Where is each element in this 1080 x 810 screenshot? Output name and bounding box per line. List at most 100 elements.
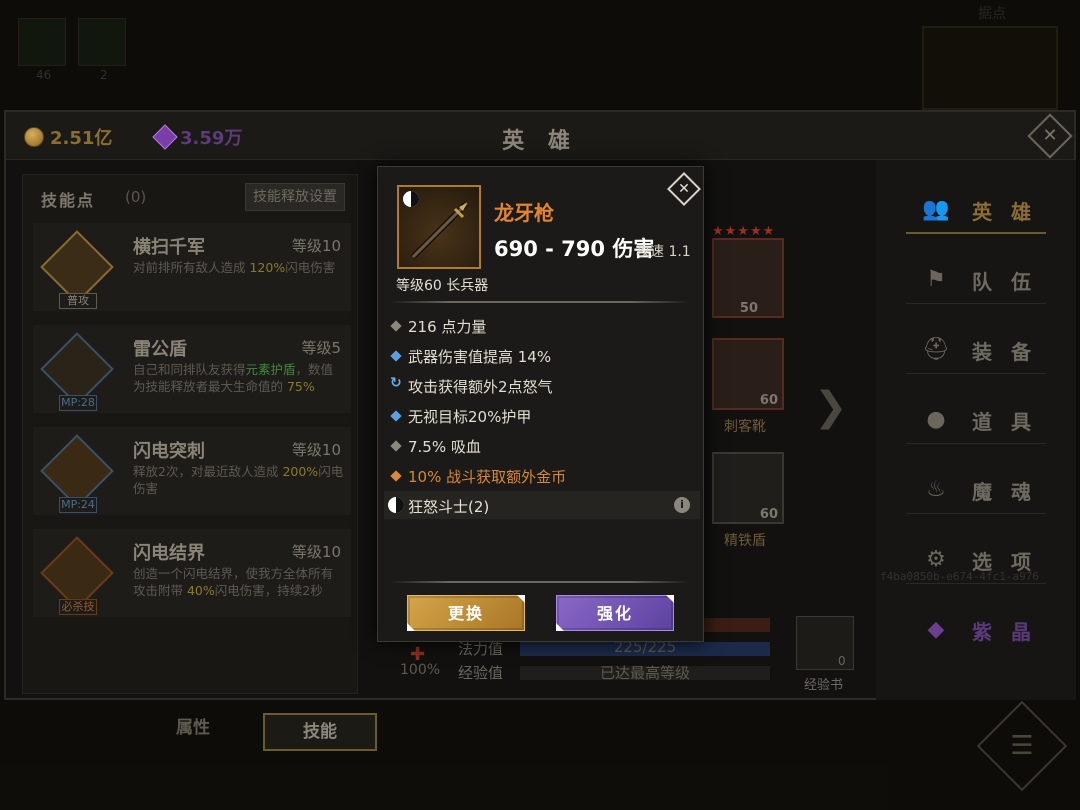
- close-icon: ✕: [1042, 125, 1058, 146]
- bullet-icon: [390, 350, 402, 362]
- stat-text: 10% 战斗获取额外金币: [408, 468, 567, 486]
- replace-label: 更换: [447, 604, 484, 623]
- side-nav: 👥 英 雄 ⚑ 队 伍 ⛑ 装 备 ● 道 具 ♨ 魔 魂 ⚙ 选 项 ◆ 紫 …: [876, 160, 1076, 700]
- upgrade-label: 强化: [596, 604, 633, 623]
- menu-icon: ☰: [1010, 731, 1034, 761]
- stat-text: 216 点力量: [408, 318, 487, 336]
- nav-label: 装 备: [972, 340, 1037, 364]
- skill-level: 等级10: [291, 543, 341, 561]
- nav-label: 英 雄: [972, 200, 1037, 224]
- yinyang-icon: [403, 191, 419, 207]
- skill-release-settings-button[interactable]: 技能释放设置: [245, 183, 345, 211]
- skill-name: 闪电突刺: [133, 441, 205, 462]
- equip-level: 60: [759, 393, 778, 408]
- skill-tag: MP:28: [59, 395, 97, 411]
- rage-icon: ✚: [410, 644, 426, 665]
- hero-star-rating: ★★★★★: [712, 224, 776, 239]
- skill-icon-sweep: 普攻: [40, 230, 114, 309]
- yinyang-icon: [388, 497, 404, 513]
- tab-skills[interactable]: 技能: [263, 713, 377, 751]
- nav-item-hero[interactable]: 👥 英 雄: [906, 182, 1046, 234]
- nav-label: 队 伍: [972, 270, 1037, 294]
- close-icon: ✕: [678, 181, 690, 197]
- stat-text: 攻击获得额外2点怒气: [408, 378, 553, 396]
- skill-description: 自己和同排队友获得元素护盾，数值为技能释放者最大生命值的 75%: [133, 362, 334, 394]
- nav-item-team[interactable]: ⚑ 队 伍: [906, 252, 1046, 304]
- flame-icon: ♨: [926, 477, 946, 502]
- nav-label: 魔 魂: [972, 480, 1037, 504]
- stat-row: 7.5% 吸血: [390, 433, 694, 459]
- nav-label: 道 具: [972, 410, 1037, 434]
- exp-book-count: 0: [838, 654, 846, 668]
- skill-card[interactable]: 普攻 横扫千军 等级10 对前排所有敌人造成 120%闪电伤害: [33, 223, 351, 311]
- exp-bar-row: 经验值 已达最高等级: [458, 662, 778, 684]
- hero-header: 2.51亿 3.59万 英 雄 ✕: [6, 112, 1074, 160]
- crystal-icon: ◆: [927, 617, 945, 642]
- stat-row: ↻ 攻击获得额外2点怒气: [390, 373, 694, 399]
- hero-id: f4ba0850b-e674-4fc1-a976: [880, 570, 1039, 583]
- nav-item-equipment[interactable]: ⛑ 装 备: [906, 322, 1046, 374]
- divider: [390, 581, 690, 583]
- skill-description: 释放2次，对最近敌人造成 200%闪电伤害: [133, 464, 344, 496]
- skill-card[interactable]: MP:24 闪电突刺 等级10 释放2次，对最近敌人造成 200%闪电伤害: [33, 427, 351, 515]
- skill-panel: 技能点 (0) 技能释放设置 普攻 横扫千军 等级10 对前排所有敌人造成 12…: [22, 174, 377, 751]
- nav-label: 紫 晶: [972, 620, 1037, 644]
- equip-slot-shield[interactable]: 60: [712, 452, 784, 524]
- stat-text: 武器伤害值提高 14%: [408, 348, 552, 366]
- skill-tag: MP:24: [59, 497, 97, 513]
- equip-slot-boots[interactable]: 60: [712, 338, 784, 410]
- bag-icon: ●: [926, 407, 946, 432]
- stat-row: 无视目标20%护甲: [390, 403, 694, 429]
- stat-text: 无视目标20%护甲: [408, 408, 532, 426]
- refresh-icon: ↻: [390, 375, 402, 391]
- weapon-attack-speed: 攻速 1.1: [636, 244, 691, 260]
- equip-name: 精铁盾: [724, 533, 766, 549]
- skill-card[interactable]: MP:28 雷公盾 等级5 自己和同排队友获得元素护盾，数值为技能释放者最大生命…: [33, 325, 351, 413]
- info-icon[interactable]: i: [674, 497, 690, 513]
- nav-item-crystal[interactable]: ◆ 紫 晶: [906, 602, 1046, 654]
- skill-description: 创造一个闪电结界，使我方全体所有攻击附带 40%闪电伤害，持续2秒: [133, 566, 334, 598]
- skill-level: 等级10: [291, 237, 341, 255]
- skill-tag: 必杀技: [59, 599, 97, 615]
- nav-item-soul[interactable]: ♨ 魔 魂: [906, 462, 1046, 514]
- bullet-icon: [390, 440, 402, 452]
- replace-button[interactable]: 更换: [407, 595, 525, 631]
- stat-row: 武器伤害值提高 14%: [390, 343, 694, 369]
- tab-attributes[interactable]: 属性: [143, 711, 243, 745]
- bullet-icon: [390, 410, 402, 422]
- bullet-icon: [390, 320, 402, 332]
- skill-tag: 普攻: [59, 293, 97, 309]
- weapon-name: 龙牙枪: [494, 201, 554, 225]
- skill-level: 等级10: [291, 441, 341, 459]
- next-hero-arrow-icon[interactable]: ❯: [814, 384, 848, 430]
- skill-icon-shield: MP:28: [40, 332, 114, 411]
- equip-level: 60: [759, 507, 778, 522]
- set-name: 狂怒斗士(2): [408, 498, 490, 516]
- skill-points-label: 技能点: [41, 191, 96, 210]
- skill-points-row: 技能点 (0) 技能释放设置: [23, 175, 357, 217]
- bullet-icon: [390, 470, 402, 482]
- skill-points-value: (0): [125, 188, 147, 206]
- skill-card[interactable]: 必杀技 闪电结界 等级10 创造一个闪电结界，使我方全体所有攻击附带 40%闪电…: [33, 529, 351, 617]
- flag-icon: ⚑: [926, 267, 946, 292]
- hero-portrait[interactable]: 50: [712, 238, 784, 318]
- upgrade-button[interactable]: 强化: [556, 595, 674, 631]
- weapon-level-type: 等级60 长兵器: [396, 278, 489, 294]
- skill-name: 横扫千军: [133, 237, 205, 258]
- nav-item-items[interactable]: ● 道 具: [906, 392, 1046, 444]
- set-bonus-row[interactable]: 狂怒斗士(2) i: [384, 491, 700, 519]
- skill-icon-barrier: 必杀技: [40, 536, 114, 615]
- equip-name: 刺客靴: [724, 419, 766, 435]
- exp-value: 已达最高等级: [599, 664, 690, 682]
- hero-icon: 👥: [922, 197, 950, 222]
- stat-text: 7.5% 吸血: [408, 438, 481, 456]
- exp-label: 经验值: [458, 664, 504, 682]
- helmet-icon: ⛑: [922, 337, 950, 362]
- close-popup-button[interactable]: ✕: [667, 172, 701, 206]
- stat-row: 216 点力量: [390, 313, 694, 339]
- skill-icon-thrust: MP:24: [40, 434, 114, 513]
- hero-portrait-level: 50: [739, 301, 758, 316]
- window-title: 英 雄: [502, 129, 578, 154]
- weapon-tooltip: 龙牙枪 690 - 790 伤害 攻速 1.1 等级60 长兵器 ✕ 216 点…: [377, 166, 704, 642]
- skill-name: 雷公盾: [133, 339, 187, 360]
